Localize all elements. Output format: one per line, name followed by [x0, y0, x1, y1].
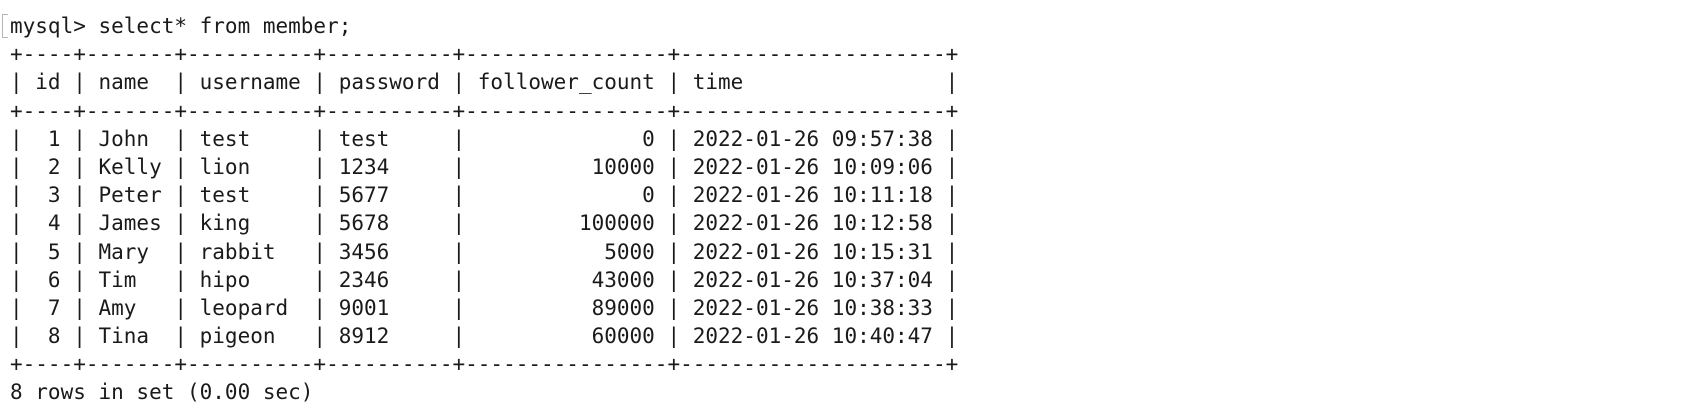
table-row: | 4 | James | king | 5678 | 100000 | 202…	[10, 211, 959, 236]
command-prompt-line: mysql> select* from member;	[10, 14, 352, 38]
terminal-window[interactable]: mysql> select* from member; +----+------…	[0, 0, 1708, 418]
query-summary-line: 8 rows in set (0.00 sec)	[10, 380, 314, 405]
table-row: | 2 | Kelly | lion | 1234 | 10000 | 2022…	[10, 154, 959, 179]
selection-bracket-mark	[2, 14, 8, 38]
table-bottom-border: +----+-------+----------+----------+----…	[10, 352, 959, 377]
table-row: | 5 | Mary | rabbit | 3456 | 5000 | 2022…	[10, 239, 959, 264]
table-top-border: +----+-------+----------+----------+----…	[10, 42, 959, 67]
table-row: | 1 | John | test | test | 0 | 2022-01-2…	[10, 126, 959, 151]
terminal-output: mysql> select* from member; +----+------…	[10, 12, 958, 407]
table-header-row: | id | name | username | password | foll…	[10, 70, 959, 95]
table-header-border: +----+-------+----------+----------+----…	[10, 98, 959, 123]
table-row: | 7 | Amy | leopard | 9001 | 89000 | 202…	[10, 295, 959, 320]
table-row: | 3 | Peter | test | 5677 | 0 | 2022-01-…	[10, 183, 959, 208]
table-row: | 6 | Tim | hipo | 2346 | 43000 | 2022-0…	[10, 267, 959, 292]
table-row: | 8 | Tina | pigeon | 8912 | 60000 | 202…	[10, 324, 959, 349]
